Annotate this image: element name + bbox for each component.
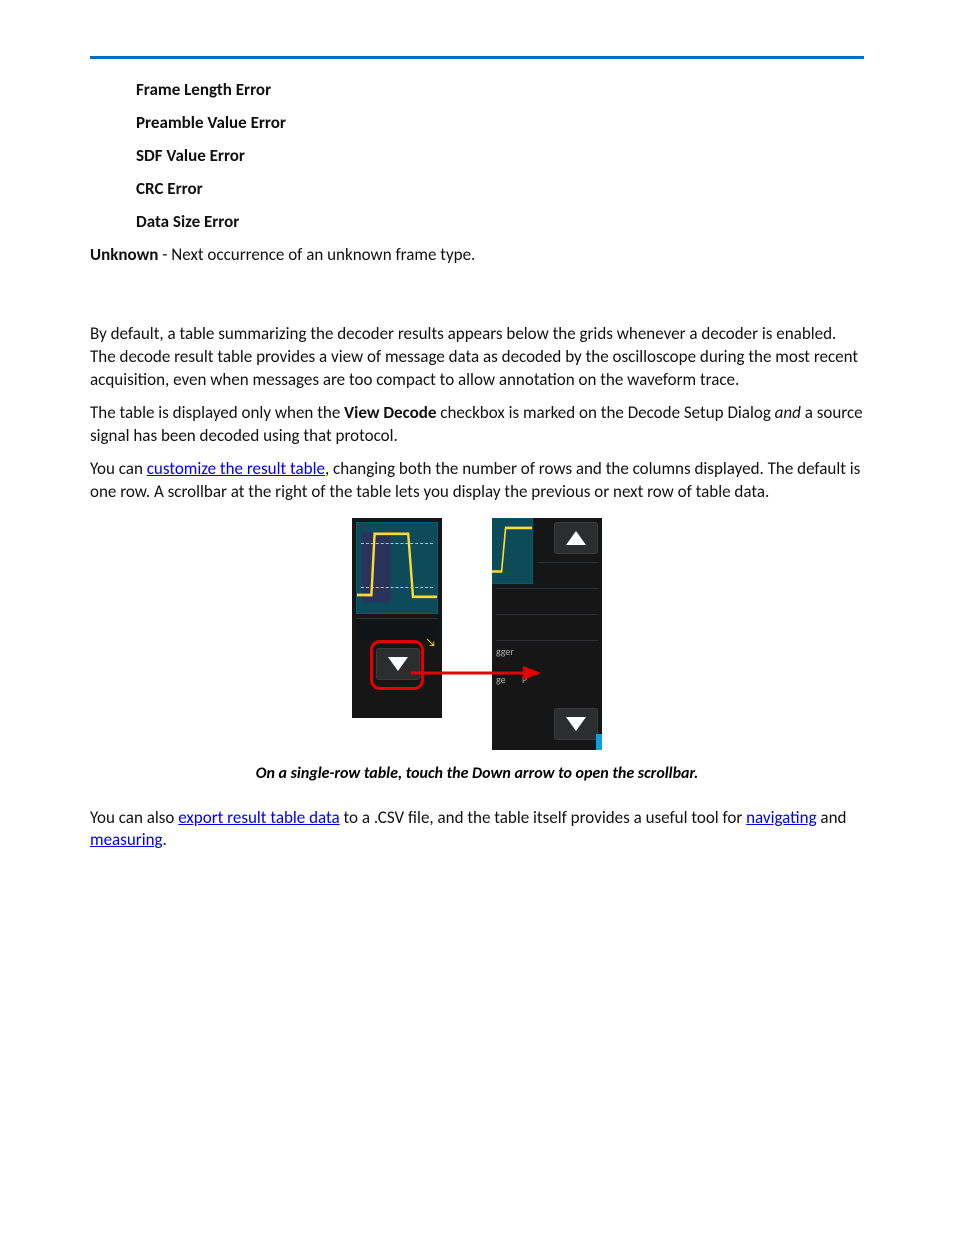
link-export-data[interactable]: export result table data	[178, 807, 339, 828]
error-item: Preamble Value Error	[136, 112, 864, 133]
highlight-ring-icon	[370, 640, 424, 690]
error-item: Frame Length Error	[136, 79, 864, 100]
paragraph-4: You can also export result table data to…	[90, 807, 864, 853]
view-decode-label: View Decode	[344, 402, 436, 423]
label-fragment: P	[522, 674, 527, 686]
unknown-desc: - Next occurrence of an unknown frame ty…	[158, 244, 475, 265]
edge-indicator	[596, 734, 602, 750]
up-arrow-button[interactable]	[554, 522, 598, 554]
waveform-area	[356, 522, 438, 614]
figure-right-panel: gger ge P	[492, 518, 602, 750]
figure-caption: On a single-row table, touch the Down ar…	[90, 764, 864, 783]
error-type-list: Frame Length Error Preamble Value Error …	[136, 79, 864, 232]
error-item: CRC Error	[136, 178, 864, 199]
figure-left-panel: ↘	[352, 518, 442, 718]
error-item: SDF Value Error	[136, 145, 864, 166]
label-fragment: gger	[496, 646, 514, 658]
link-measuring[interactable]: measuring	[90, 829, 163, 850]
error-item: Data Size Error	[136, 211, 864, 232]
link-customize-table[interactable]: customize the result table	[147, 458, 325, 479]
zoom-arrow-icon: ↘	[425, 636, 436, 650]
unknown-label: Unknown	[90, 244, 158, 265]
paragraph-1: By default, a table summarizing the deco…	[90, 323, 864, 392]
unknown-line: Unknown - Next occurrence of an unknown …	[90, 244, 864, 267]
label-fragment: ge	[496, 674, 506, 686]
header-rule	[90, 56, 864, 59]
paragraph-3: You can customize the result table, chan…	[90, 458, 864, 504]
waveform-area	[492, 518, 533, 584]
figure-scrollbar: ↘	[90, 518, 864, 750]
paragraph-2: The table is displayed only when the Vie…	[90, 402, 864, 448]
link-navigating[interactable]: navigating	[746, 807, 816, 828]
down-arrow-button[interactable]	[554, 708, 598, 740]
